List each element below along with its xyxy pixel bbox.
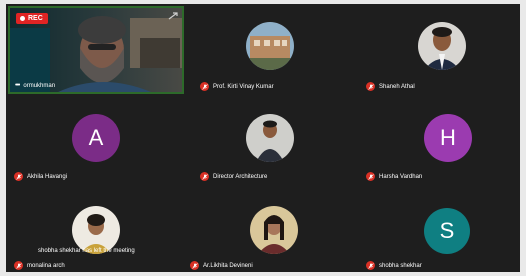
participant-name: Director Architecture [213, 173, 268, 180]
mic-off-icon [14, 261, 23, 270]
avatar [250, 206, 298, 254]
avatar-image [418, 22, 466, 70]
participant-name-row: Prof. Kirti Vinay Kumar [200, 82, 274, 91]
participant-name-row: Akhila Havangi [14, 172, 67, 181]
participant-name-row: Ar.Likhita Devineni [190, 261, 253, 270]
participant-name: ormukhman [23, 82, 56, 89]
participant-tile-harsha[interactable]: H Harsha Vardhan [352, 96, 518, 184]
avatar-image [72, 206, 120, 254]
mic-off-icon [14, 172, 23, 181]
more-options-icon[interactable]: ••• [15, 82, 20, 89]
recording-label: REC [28, 15, 43, 22]
participant-name: Harsha Vardhan [379, 173, 423, 180]
participant-name: Akhila Havangi [27, 173, 68, 180]
participant-name: shobha shekhar [379, 262, 422, 269]
mic-off-icon [366, 172, 375, 181]
participant-name-row: shobha shekhar [366, 261, 422, 270]
participant-name: monalina arch [27, 262, 65, 269]
avatar [246, 114, 294, 162]
avatar-image [246, 22, 294, 70]
meeting-window: REC ••• ormukhman Prof. Kirti Vinay Kuma… [6, 4, 520, 272]
avatar: S [424, 208, 470, 254]
participant-name-row: monalina arch [14, 261, 65, 270]
participant-tile-shobha[interactable]: S shobha shekhar [352, 186, 518, 272]
mic-off-icon [200, 82, 209, 91]
participant-name-row: Shaneh Athal [366, 82, 415, 91]
mic-off-icon [200, 172, 209, 181]
participant-tile-monalina[interactable]: shobha shekhar has left the meeting mona… [8, 186, 184, 272]
participant-tile-akhila[interactable]: A Akhila Havangi [8, 96, 184, 184]
avatar: A [72, 114, 120, 162]
participant-tile-likhita[interactable]: Ar.Likhita Devineni [186, 186, 350, 272]
expand-icon[interactable] [168, 12, 178, 20]
meeting-notification: shobha shekhar has left the meeting [38, 248, 135, 254]
avatar [418, 22, 466, 70]
mic-off-icon [366, 82, 375, 91]
participant-tile-ormukhman[interactable]: REC ••• ormukhman [8, 6, 184, 94]
avatar-image [246, 114, 294, 162]
participant-name-row: Harsha Vardhan [366, 172, 422, 181]
mic-off-icon [366, 261, 375, 270]
participant-name: Ar.Likhita Devineni [203, 262, 253, 269]
record-dot-icon [20, 16, 25, 21]
participant-name-row: ••• ormukhman [15, 82, 55, 89]
avatar: H [424, 114, 472, 162]
mic-off-icon [190, 261, 199, 270]
participant-name-row: Director Architecture [200, 172, 267, 181]
participant-name: Shaneh Athal [379, 83, 415, 90]
participant-name: Prof. Kirti Vinay Kumar [213, 83, 274, 90]
avatar-image [250, 206, 298, 254]
participant-tile-shaneh[interactable]: Shaneh Athal [352, 6, 518, 94]
participant-tile-kirti[interactable]: Prof. Kirti Vinay Kumar [186, 6, 350, 94]
participant-tile-director[interactable]: Director Architecture [186, 96, 350, 184]
avatar [246, 22, 294, 70]
recording-badge: REC [16, 13, 48, 24]
avatar [72, 206, 120, 254]
